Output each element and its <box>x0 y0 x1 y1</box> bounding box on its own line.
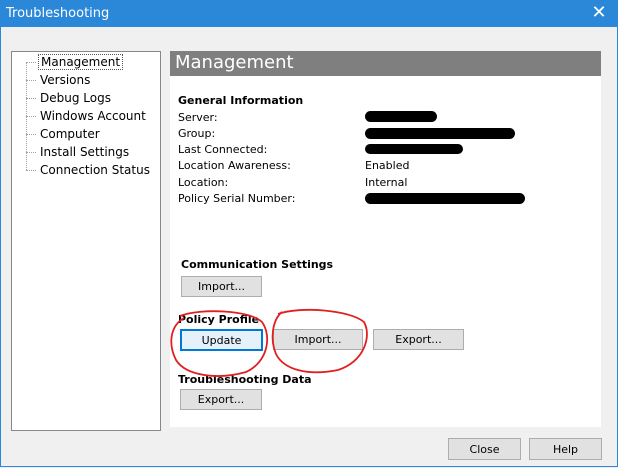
tree-item-versions[interactable]: Versions <box>26 71 92 89</box>
tree-item-windows-account[interactable]: Windows Account <box>26 107 148 125</box>
title-bar: Troubleshooting ✕ <box>0 0 618 27</box>
navigation-tree: Management Versions Debug Logs Windows A… <box>11 51 161 431</box>
tree-item-label: Versions <box>40 73 91 87</box>
troubleshooting-data-heading: Troubleshooting Data <box>178 373 312 386</box>
general-information-heading: General Information <box>178 94 304 107</box>
policy-update-button[interactable]: Update <box>180 329 263 351</box>
panel-title: Management <box>175 52 294 73</box>
redaction-policy-serial-number <box>365 193 525 204</box>
tree-item-computer[interactable]: Computer <box>26 125 102 143</box>
window-title: Troubleshooting <box>6 6 110 21</box>
communication-import-button[interactable]: Import... <box>181 276 262 297</box>
redaction-last-connected <box>365 144 463 154</box>
policy-serial-number-label: Policy Serial Number: <box>178 192 296 205</box>
tree-item-label: Windows Account <box>40 109 146 123</box>
redaction-group <box>365 128 515 139</box>
tree-item-label: Connection Status <box>40 163 150 177</box>
tree-item-debug-logs[interactable]: Debug Logs <box>26 89 113 107</box>
troubleshooting-export-button[interactable]: Export... <box>180 389 262 410</box>
policy-profile-heading: Policy Profile <box>178 313 260 326</box>
location-awareness-label: Location Awareness: <box>178 159 291 172</box>
tree-item-label: Computer <box>40 127 100 141</box>
server-label: Server: <box>178 111 218 124</box>
management-panel: Management General Information Server: G… <box>170 51 601 427</box>
tree-item-connection-status[interactable]: Connection Status <box>26 161 152 179</box>
policy-import-button[interactable]: Import... <box>273 329 363 350</box>
tree-item-label: Management <box>38 54 124 70</box>
location-value: Internal <box>365 176 408 189</box>
redaction-server <box>365 111 437 122</box>
last-connected-label: Last Connected: <box>178 143 268 156</box>
tree-item-label: Debug Logs <box>40 91 111 105</box>
panel-header: Management <box>170 51 601 76</box>
close-icon[interactable]: ✕ <box>586 1 612 25</box>
help-button[interactable]: Help <box>529 438 602 460</box>
tree-item-management[interactable]: Management <box>26 53 124 71</box>
location-awareness-value: Enabled <box>365 159 410 172</box>
location-label: Location: <box>178 176 229 189</box>
communication-settings-heading: Communication Settings <box>181 258 334 271</box>
close-button[interactable]: Close <box>448 438 521 460</box>
tree-item-install-settings[interactable]: Install Settings <box>26 143 131 161</box>
policy-export-button[interactable]: Export... <box>373 329 464 350</box>
group-label: Group: <box>178 127 216 140</box>
tree-item-label: Install Settings <box>40 145 130 159</box>
